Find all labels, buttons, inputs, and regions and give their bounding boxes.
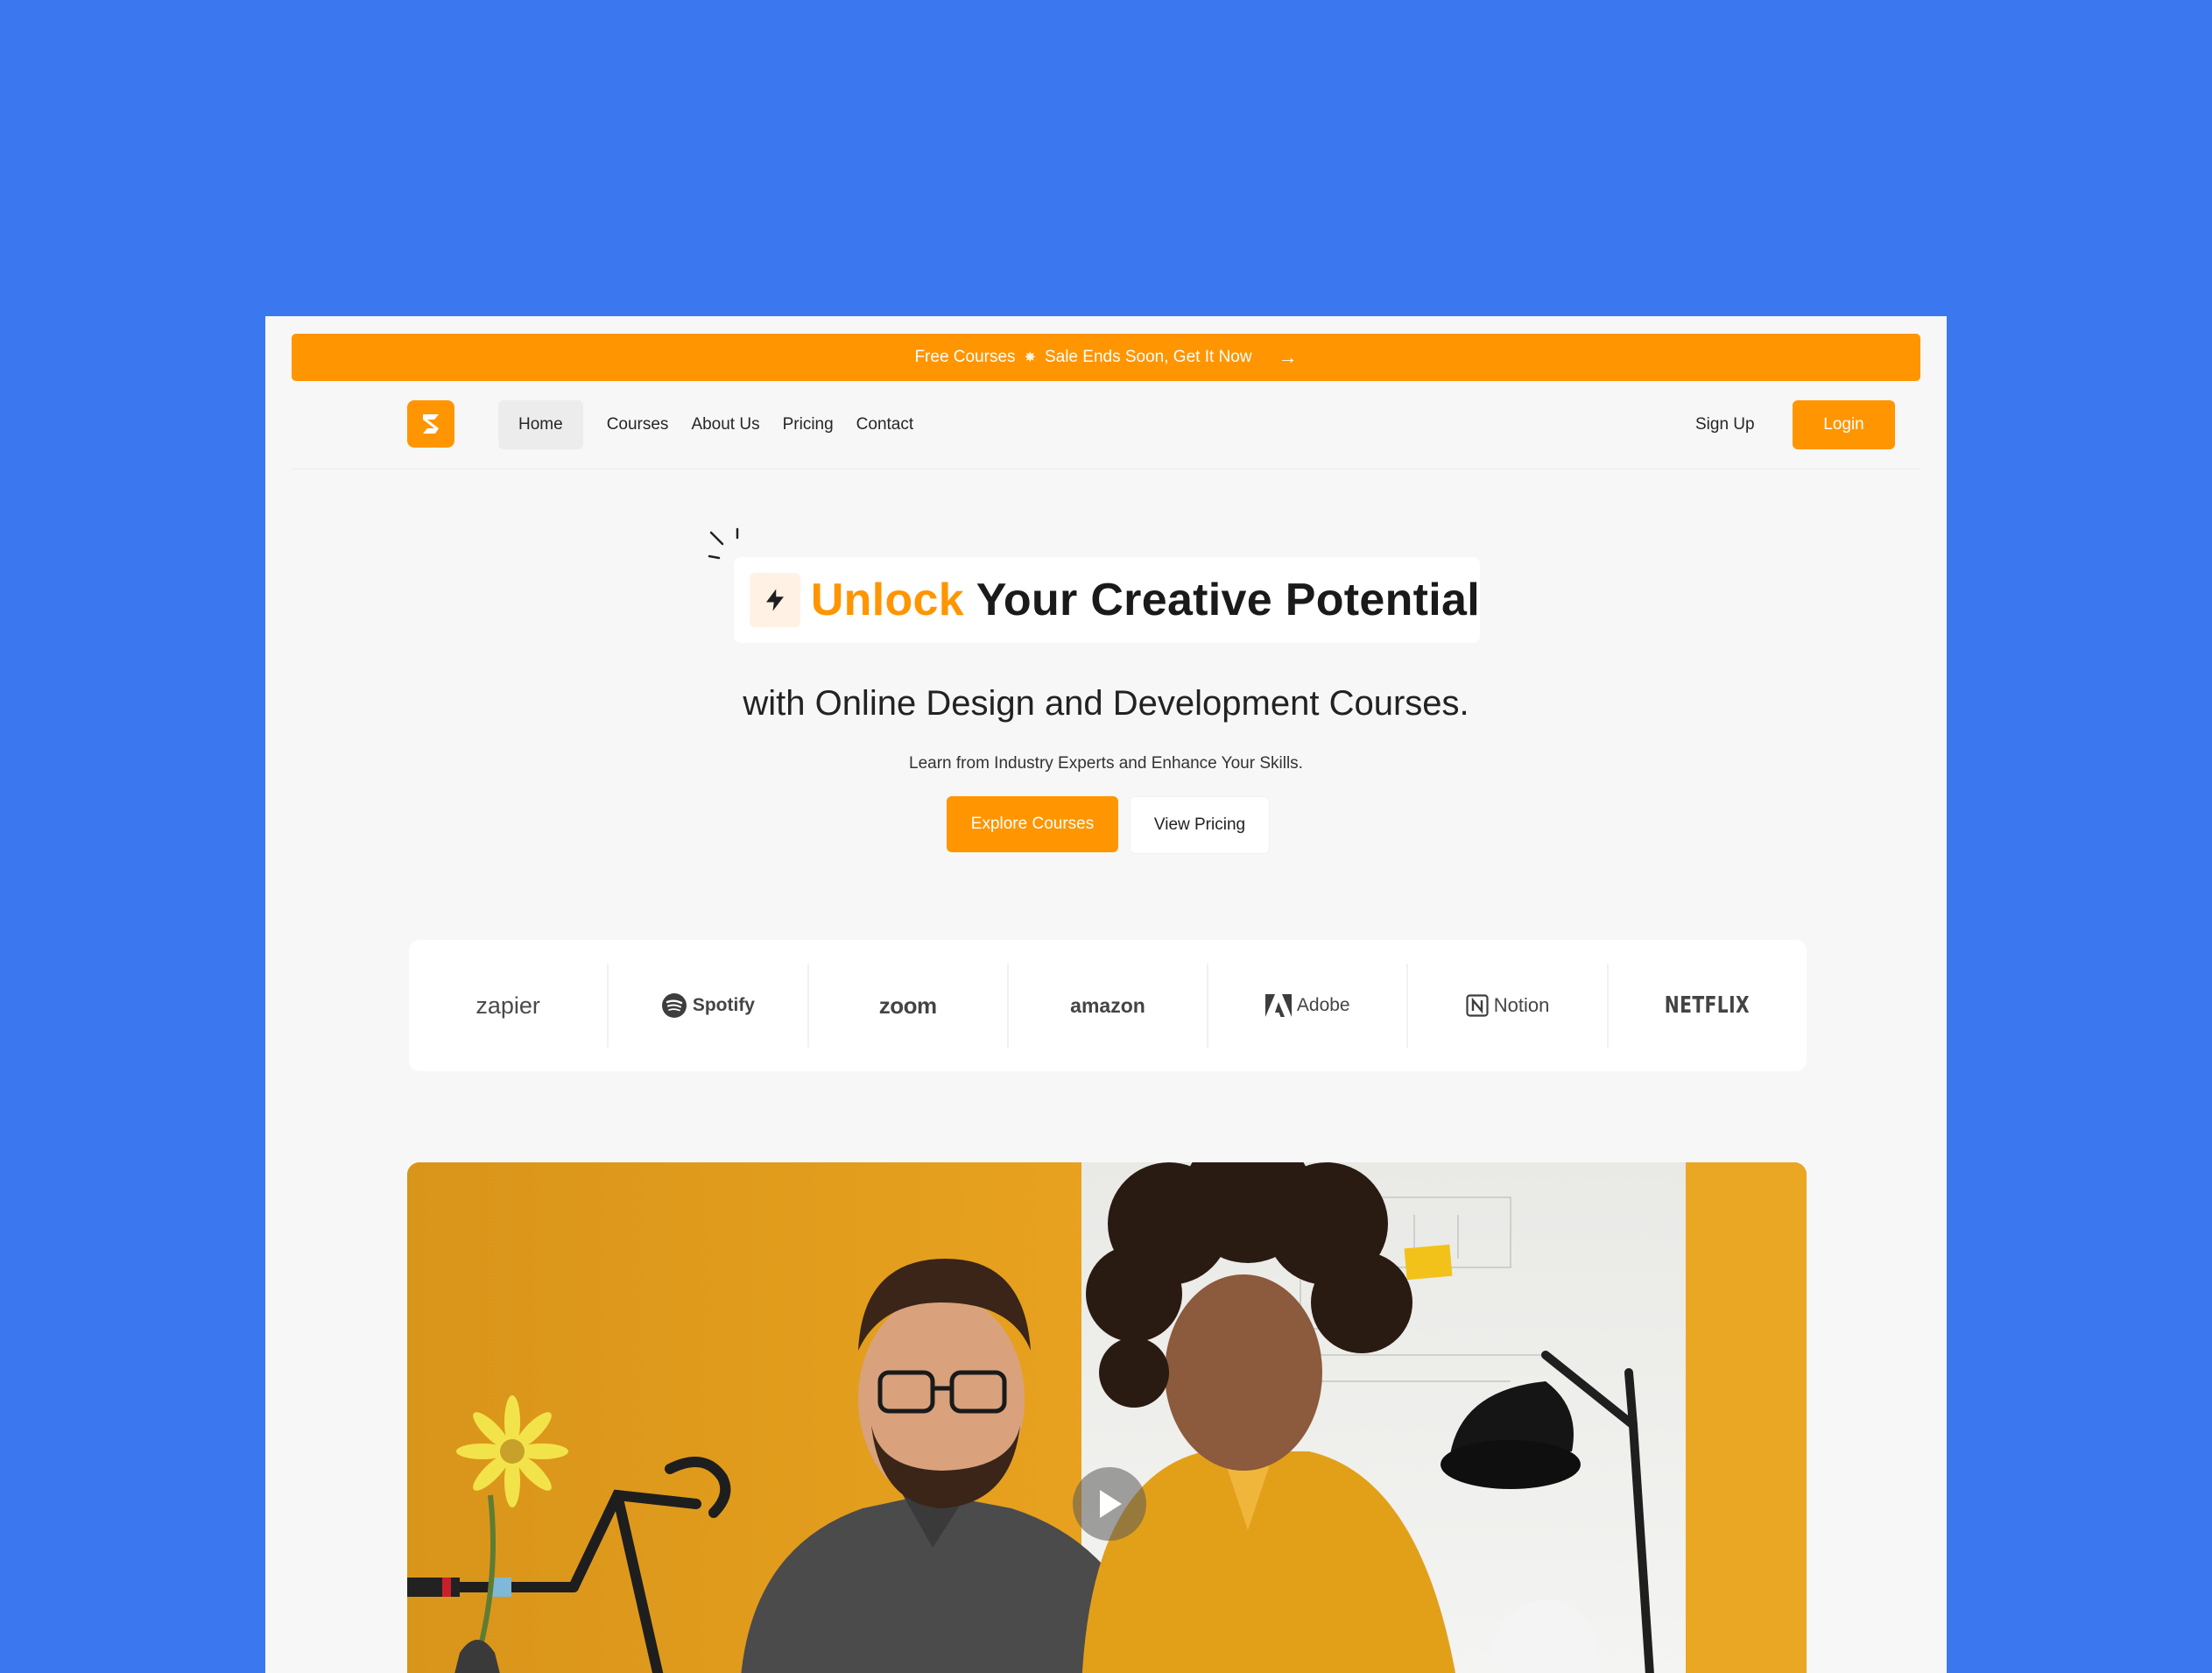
headline-accent: Unlock	[810, 575, 964, 625]
hero-headline: Unlock Your Creative Potential	[811, 574, 1480, 626]
netflix-logo: NETFLIX	[1609, 964, 1807, 1048]
notion-logo-text: Notion	[1493, 994, 1550, 1016]
announcement-text-before: Free Courses	[914, 348, 1016, 366]
zapier-logo-text: zapier	[476, 992, 540, 1019]
play-video-button[interactable]	[1073, 1467, 1146, 1541]
adobe-logo: Adobe	[1208, 964, 1409, 1048]
lightning-bolt-icon	[750, 573, 800, 627]
hero-video-thumbnail[interactable]	[407, 1162, 1807, 1673]
sign-up-link[interactable]: Sign Up	[1695, 400, 1755, 449]
main-navigation: Home Courses About Us Pricing Contact Si…	[292, 381, 1920, 469]
adobe-icon	[1265, 994, 1292, 1017]
zapier-logo: zapier	[409, 964, 609, 1048]
headline-card: Unlock Your Creative Potential	[734, 557, 1480, 643]
brand-logo-icon[interactable]	[407, 400, 454, 448]
notion-logo: Notion	[1408, 964, 1609, 1048]
landing-page-frame: Free Courses ✸ Sale Ends Soon, Get It No…	[265, 316, 1947, 1673]
sparkle-icon: ✸	[1024, 350, 1036, 365]
view-pricing-button[interactable]: View Pricing	[1130, 796, 1270, 854]
nav-contact[interactable]: Contact	[845, 400, 925, 449]
nav-home[interactable]: Home	[498, 400, 583, 449]
nav-about-us[interactable]: About Us	[680, 400, 771, 449]
nav-pricing[interactable]: Pricing	[771, 400, 845, 449]
decorative-spark-lines-icon	[708, 527, 739, 560]
amazon-logo: amazon	[1009, 964, 1209, 1048]
video-scene-illustration	[407, 1162, 1807, 1673]
spotify-logo: Spotify	[609, 964, 809, 1048]
adobe-logo-text: Adobe	[1296, 995, 1350, 1015]
arrow-right-icon: →	[1278, 346, 1298, 368]
hero-subheadline: with Online Design and Development Cours…	[743, 684, 1469, 723]
hero-tagline: Learn from Industry Experts and Enhance …	[909, 754, 1303, 773]
play-icon	[1100, 1490, 1122, 1518]
login-button[interactable]: Login	[1793, 400, 1895, 449]
partner-logos-strip: zapier Spotify zoom amazon Adobe Notion …	[409, 940, 1807, 1071]
announcement-bar[interactable]: Free Courses ✸ Sale Ends Soon, Get It No…	[292, 334, 1920, 381]
headline-rest: Your Creative Potential	[976, 575, 1480, 625]
zoom-logo-text: zoom	[878, 992, 937, 1019]
nav-courses[interactable]: Courses	[595, 400, 680, 449]
amazon-logo-text: amazon	[1070, 993, 1145, 1017]
netflix-logo-text: NETFLIX	[1665, 992, 1751, 1019]
announcement-text-after: Sale Ends Soon, Get It Now	[1044, 348, 1252, 366]
nav-links: Home Courses About Us Pricing Contact	[498, 400, 925, 449]
zoom-logo: zoom	[809, 964, 1009, 1048]
spotify-icon	[661, 993, 687, 1018]
explore-courses-button[interactable]: Explore Courses	[947, 796, 1118, 852]
notion-icon	[1466, 994, 1489, 1017]
spotify-logo-text: Spotify	[692, 995, 755, 1015]
